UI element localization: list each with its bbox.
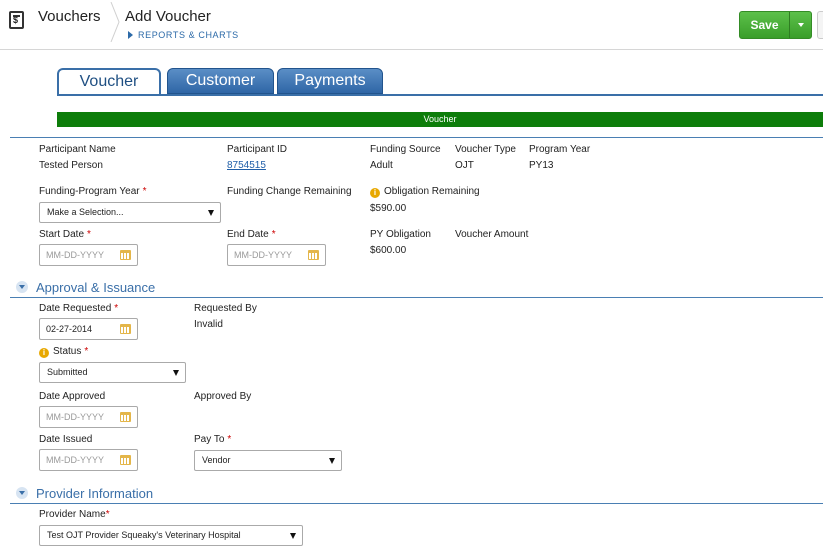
breadcrumb-separator-icon — [110, 2, 120, 42]
page-header: Vouchers Add Voucher REPORTS & CHARTS Sa… — [0, 0, 823, 50]
divider — [10, 297, 823, 298]
required-mark: * — [87, 229, 91, 240]
required-mark: * — [142, 186, 147, 197]
funding-change-remaining-label: Funding Change Remaining — [227, 186, 352, 197]
calendar-icon[interactable] — [120, 324, 131, 334]
funding-program-year-text: Funding-Program Year — [39, 186, 140, 197]
approval-section-title: Approval & Issuance — [36, 280, 156, 295]
participant-name-value: Tested Person — [39, 160, 103, 171]
collapse-icon[interactable] — [16, 487, 28, 499]
pay-to-label: Pay To * — [194, 434, 231, 445]
provider-section-header[interactable]: Provider Information — [16, 486, 153, 501]
end-date-field[interactable]: MM-DD-YYYY — [227, 244, 326, 266]
voucher-section-bar: Voucher — [57, 112, 823, 127]
status-text: Status — [53, 346, 82, 357]
divider — [10, 137, 823, 138]
provider-name-label: Provider Name* — [39, 509, 110, 520]
participant-id-link[interactable]: 8754515 — [227, 160, 266, 171]
obligation-remaining-value: $590.00 — [370, 203, 407, 214]
pay-to-select[interactable]: Vendor — [194, 450, 342, 471]
provider-section-title: Provider Information — [36, 486, 154, 501]
required-mark: * — [105, 509, 110, 520]
chevron-down-icon — [208, 210, 214, 216]
pay-to-selected: Vendor — [202, 455, 231, 465]
chevron-down-icon — [329, 458, 335, 464]
date-approved-field[interactable]: MM-DD-YYYY — [39, 406, 138, 428]
date-issued-label: Date Issued — [39, 434, 93, 445]
reports-charts-label: REPORTS & CHARTS — [138, 30, 239, 40]
required-mark: * — [114, 303, 119, 314]
calendar-icon[interactable] — [120, 250, 131, 260]
date-requested-label: Date Requested * — [39, 303, 118, 314]
date-approved-placeholder: MM-DD-YYYY — [46, 412, 104, 422]
tab-voucher[interactable]: Voucher — [57, 68, 161, 95]
voucher-amount-label: Voucher Amount — [455, 229, 529, 240]
status-select[interactable]: Submitted — [39, 362, 186, 383]
tab-customer[interactable]: Customer — [167, 68, 274, 94]
start-date-text: Start Date — [39, 229, 85, 240]
requested-by-value: Invalid — [194, 319, 223, 330]
date-requested-value: 02-27-2014 — [46, 324, 93, 334]
caret-right-icon — [128, 31, 133, 39]
status-selected: Submitted — [47, 367, 88, 377]
chevron-down-icon — [173, 370, 179, 376]
date-issued-field[interactable]: MM-DD-YYYY — [39, 449, 138, 471]
provider-name-select[interactable]: Test OJT Provider Squeaky's Veterinary H… — [39, 525, 303, 546]
required-mark: * — [84, 346, 89, 357]
date-approved-label: Date Approved — [39, 391, 106, 402]
obligation-remaining-text: Obligation Remaining — [384, 186, 480, 197]
date-issued-placeholder: MM-DD-YYYY — [46, 455, 104, 465]
funding-program-year-selected: Make a Selection... — [47, 207, 124, 217]
save-options-dropdown[interactable] — [789, 12, 811, 38]
info-icon: i — [39, 348, 49, 358]
py-obligation-value: $600.00 — [370, 245, 407, 256]
required-mark: * — [227, 434, 232, 445]
calendar-icon[interactable] — [120, 455, 131, 465]
funding-program-year-select[interactable]: Make a Selection... — [39, 202, 221, 223]
funding-source-value: Adult — [370, 160, 393, 171]
collapse-icon[interactable] — [16, 281, 28, 293]
participant-name-label: Participant Name — [39, 144, 116, 155]
divider — [10, 503, 823, 504]
participant-id-label: Participant ID — [227, 144, 288, 155]
breadcrumb-vouchers[interactable]: Vouchers — [38, 8, 101, 25]
overflow-button[interactable] — [817, 11, 823, 39]
program-year-value: PY13 — [529, 160, 554, 171]
end-date-label: End Date * — [227, 229, 276, 240]
funding-program-year-label: Funding-Program Year * — [39, 186, 147, 197]
py-obligation-label: PY Obligation — [370, 229, 431, 240]
approved-by-label: Approved By — [194, 391, 252, 402]
page-title: Add Voucher — [125, 8, 211, 25]
approval-section-header[interactable]: Approval & Issuance — [16, 280, 155, 295]
reports-charts-link[interactable]: REPORTS & CHARTS — [128, 30, 239, 40]
save-button[interactable]: Save — [740, 12, 789, 38]
date-requested-field[interactable]: 02-27-2014 — [39, 318, 138, 340]
start-date-label: Start Date * — [39, 229, 91, 240]
status-label: i Status * — [39, 346, 88, 358]
calendar-icon[interactable] — [120, 412, 131, 422]
program-year-label: Program Year — [529, 144, 591, 155]
info-icon: i — [370, 188, 380, 198]
provider-name-selected: Test OJT Provider Squeaky's Veterinary H… — [47, 530, 241, 540]
end-date-placeholder: MM-DD-YYYY — [234, 250, 292, 260]
calendar-icon[interactable] — [308, 250, 319, 260]
save-button-group: Save — [739, 11, 812, 39]
provider-name-text: Provider Name — [39, 509, 106, 520]
obligation-remaining-label: i Obligation Remaining — [370, 186, 480, 198]
date-requested-text: Date Requested — [39, 303, 112, 314]
voucher-type-label: Voucher Type — [455, 144, 516, 155]
voucher-icon — [9, 11, 24, 29]
funding-source-label: Funding Source — [370, 144, 441, 155]
tab-underline — [57, 94, 823, 96]
voucher-type-value: OJT — [455, 160, 474, 171]
requested-by-label: Requested By — [194, 303, 257, 314]
end-date-text: End Date — [227, 229, 269, 240]
pay-to-text: Pay To — [194, 434, 225, 445]
start-date-field[interactable]: MM-DD-YYYY — [39, 244, 138, 266]
chevron-down-icon — [290, 533, 296, 539]
required-mark: * — [271, 229, 276, 240]
tab-payments[interactable]: Payments — [277, 68, 383, 94]
start-date-placeholder: MM-DD-YYYY — [46, 250, 104, 260]
